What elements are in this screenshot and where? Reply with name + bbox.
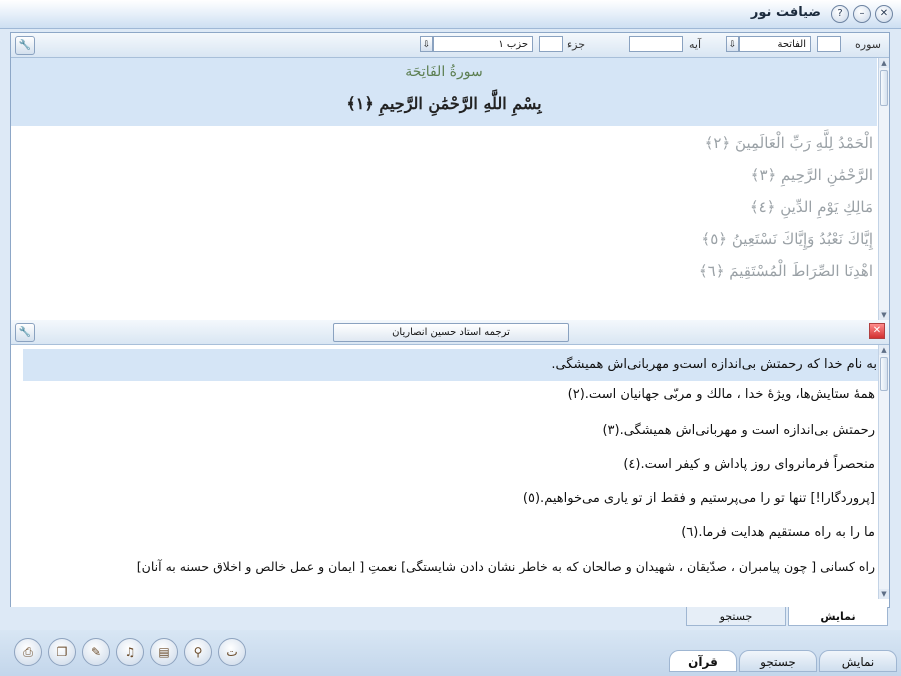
translation-toolbar: 🔧 ترجمه استاد حسين انصاريان ✕ xyxy=(11,320,889,345)
audio-icon[interactable]: ♫ xyxy=(116,638,144,666)
translation-line-1[interactable]: به نام خدا كه رحمتش بی‌اندازه است‌و مهرب… xyxy=(23,349,889,381)
search-icon[interactable]: ⚲ xyxy=(184,638,212,666)
translation-line-6[interactable]: ما را به راه مستقيم هدايت فرما.(٦) xyxy=(681,525,875,540)
close-translation-icon[interactable]: ✕ xyxy=(869,323,885,339)
translation-line-3[interactable]: رحمتش بی‌اندازه است و مهربانی‌اش هميشگی.… xyxy=(602,423,875,438)
bookmarks-icon[interactable]: ❐ xyxy=(48,638,76,666)
document-icon[interactable]: ▤ xyxy=(150,638,178,666)
note-icon[interactable]: ✎ xyxy=(82,638,110,666)
verse-6[interactable]: اهْدِنَا الصِّرَاطَ الْمُسْتَقِيمَ ﴿٦﴾ xyxy=(699,262,873,280)
juz-input[interactable] xyxy=(539,36,563,52)
scroll-down-icon[interactable]: ▼ xyxy=(879,310,889,320)
ayah-input[interactable] xyxy=(629,36,683,52)
quran-toolbar: 🔧 سوره الفاتحة ⇩ آیه جزء حزب ۱ ⇩ xyxy=(11,33,889,58)
app-title: ضیافت نور xyxy=(750,5,821,20)
translation-scrollbar[interactable]: ▲ ▼ xyxy=(878,345,889,599)
content-frame: 🔧 سوره الفاتحة ⇩ آیه جزء حزب ۱ ⇩ سورةُ ا… xyxy=(10,32,890,608)
scroll-thumb[interactable] xyxy=(880,70,888,106)
scroll-down-icon[interactable]: ▼ xyxy=(879,589,889,599)
scroll-up-icon[interactable]: ▲ xyxy=(879,345,889,355)
print-icon[interactable]: ⎙ xyxy=(14,638,42,666)
read-icon[interactable]: ت xyxy=(218,638,246,666)
surah-dropdown-icon[interactable]: ⇩ xyxy=(726,36,739,52)
verse-3[interactable]: الرَّحْمَٰنِ الرَّحِيمِ ﴿٣﴾ xyxy=(751,166,873,184)
juz-label: جزء xyxy=(566,38,585,51)
wrench-icon[interactable]: 🔧 xyxy=(15,323,35,342)
tab-show[interactable]: نمايش xyxy=(819,650,897,672)
close-icon[interactable]: ✕ xyxy=(875,5,893,23)
minimize-icon[interactable]: – xyxy=(853,5,871,23)
surah-header: سورةُ الفَاتِحَة بِسْمِ اللَّهِ الرَّحْم… xyxy=(11,58,877,126)
subtab-search[interactable]: جستجو xyxy=(686,607,786,626)
subtab-show[interactable]: نمايش xyxy=(788,607,888,626)
wrench-icon[interactable]: 🔧 xyxy=(15,36,35,55)
translation-line-7[interactable]: راه كسانی [ چون پيامبران ، صدّيقان ، شهي… xyxy=(137,559,875,574)
bottom-toolbar: ⎙ ❐ ✎ ♫ ▤ ⚲ ت نمايش جستجو قرآن xyxy=(0,630,901,676)
translation-pane: به نام خدا كه رحمتش بی‌اندازه است‌و مهرب… xyxy=(11,345,889,599)
translation-line-2[interactable]: همهٔ ستايش‌ها، ويژهٔ خدا ، مالك و مربّی … xyxy=(568,387,875,402)
verse-2[interactable]: الْحَمْدُ لِلَّهِ رَبِّ الْعَالَمِينَ ﴿٢… xyxy=(705,134,873,152)
hizb-dropdown-icon[interactable]: ⇩ xyxy=(420,36,433,52)
translation-title[interactable]: ترجمه استاد حسين انصاريان xyxy=(333,323,569,342)
basmala-verse[interactable]: بِسْمِ اللَّهِ الرَّحْمَٰنِ الرَّحِيمِ ﴿… xyxy=(11,94,877,113)
tab-quran[interactable]: قرآن xyxy=(669,650,737,672)
verse-5[interactable]: إِيَّاكَ نَعْبُدُ وَإِيَّاكَ نَسْتَعِينُ… xyxy=(701,230,873,248)
ayah-label: آیه xyxy=(688,38,701,51)
tab-search[interactable]: جستجو xyxy=(739,650,817,672)
scroll-up-icon[interactable]: ▲ xyxy=(879,58,889,68)
subtab-bar: نمايش جستجو xyxy=(10,607,888,627)
hizb-select[interactable]: حزب ۱ xyxy=(433,36,533,52)
verse-4[interactable]: مَالِكِ يَوْمِ الدِّينِ ﴿٤﴾ xyxy=(750,198,873,216)
quran-scrollbar[interactable]: ▲ ▼ xyxy=(878,58,889,320)
surah-title: سورةُ الفَاتِحَة xyxy=(405,64,483,80)
scroll-thumb[interactable] xyxy=(880,357,888,391)
translation-line-5[interactable]: [پروردگارا!] تنها تو را می‌پرستيم و فقط … xyxy=(523,491,875,506)
surah-number-input[interactable] xyxy=(817,36,841,52)
quran-pane: سورةُ الفَاتِحَة بِسْمِ اللَّهِ الرَّحْم… xyxy=(11,58,889,320)
surah-select[interactable]: الفاتحة xyxy=(739,36,811,52)
help-icon[interactable]: ? xyxy=(831,5,849,23)
translation-line-4[interactable]: منحصراً فرمانروای روز پاداش و كيفر است.(… xyxy=(623,457,875,472)
surah-label: سوره xyxy=(855,38,881,51)
title-bar: ضیافت نور ? – ✕ xyxy=(0,0,901,29)
